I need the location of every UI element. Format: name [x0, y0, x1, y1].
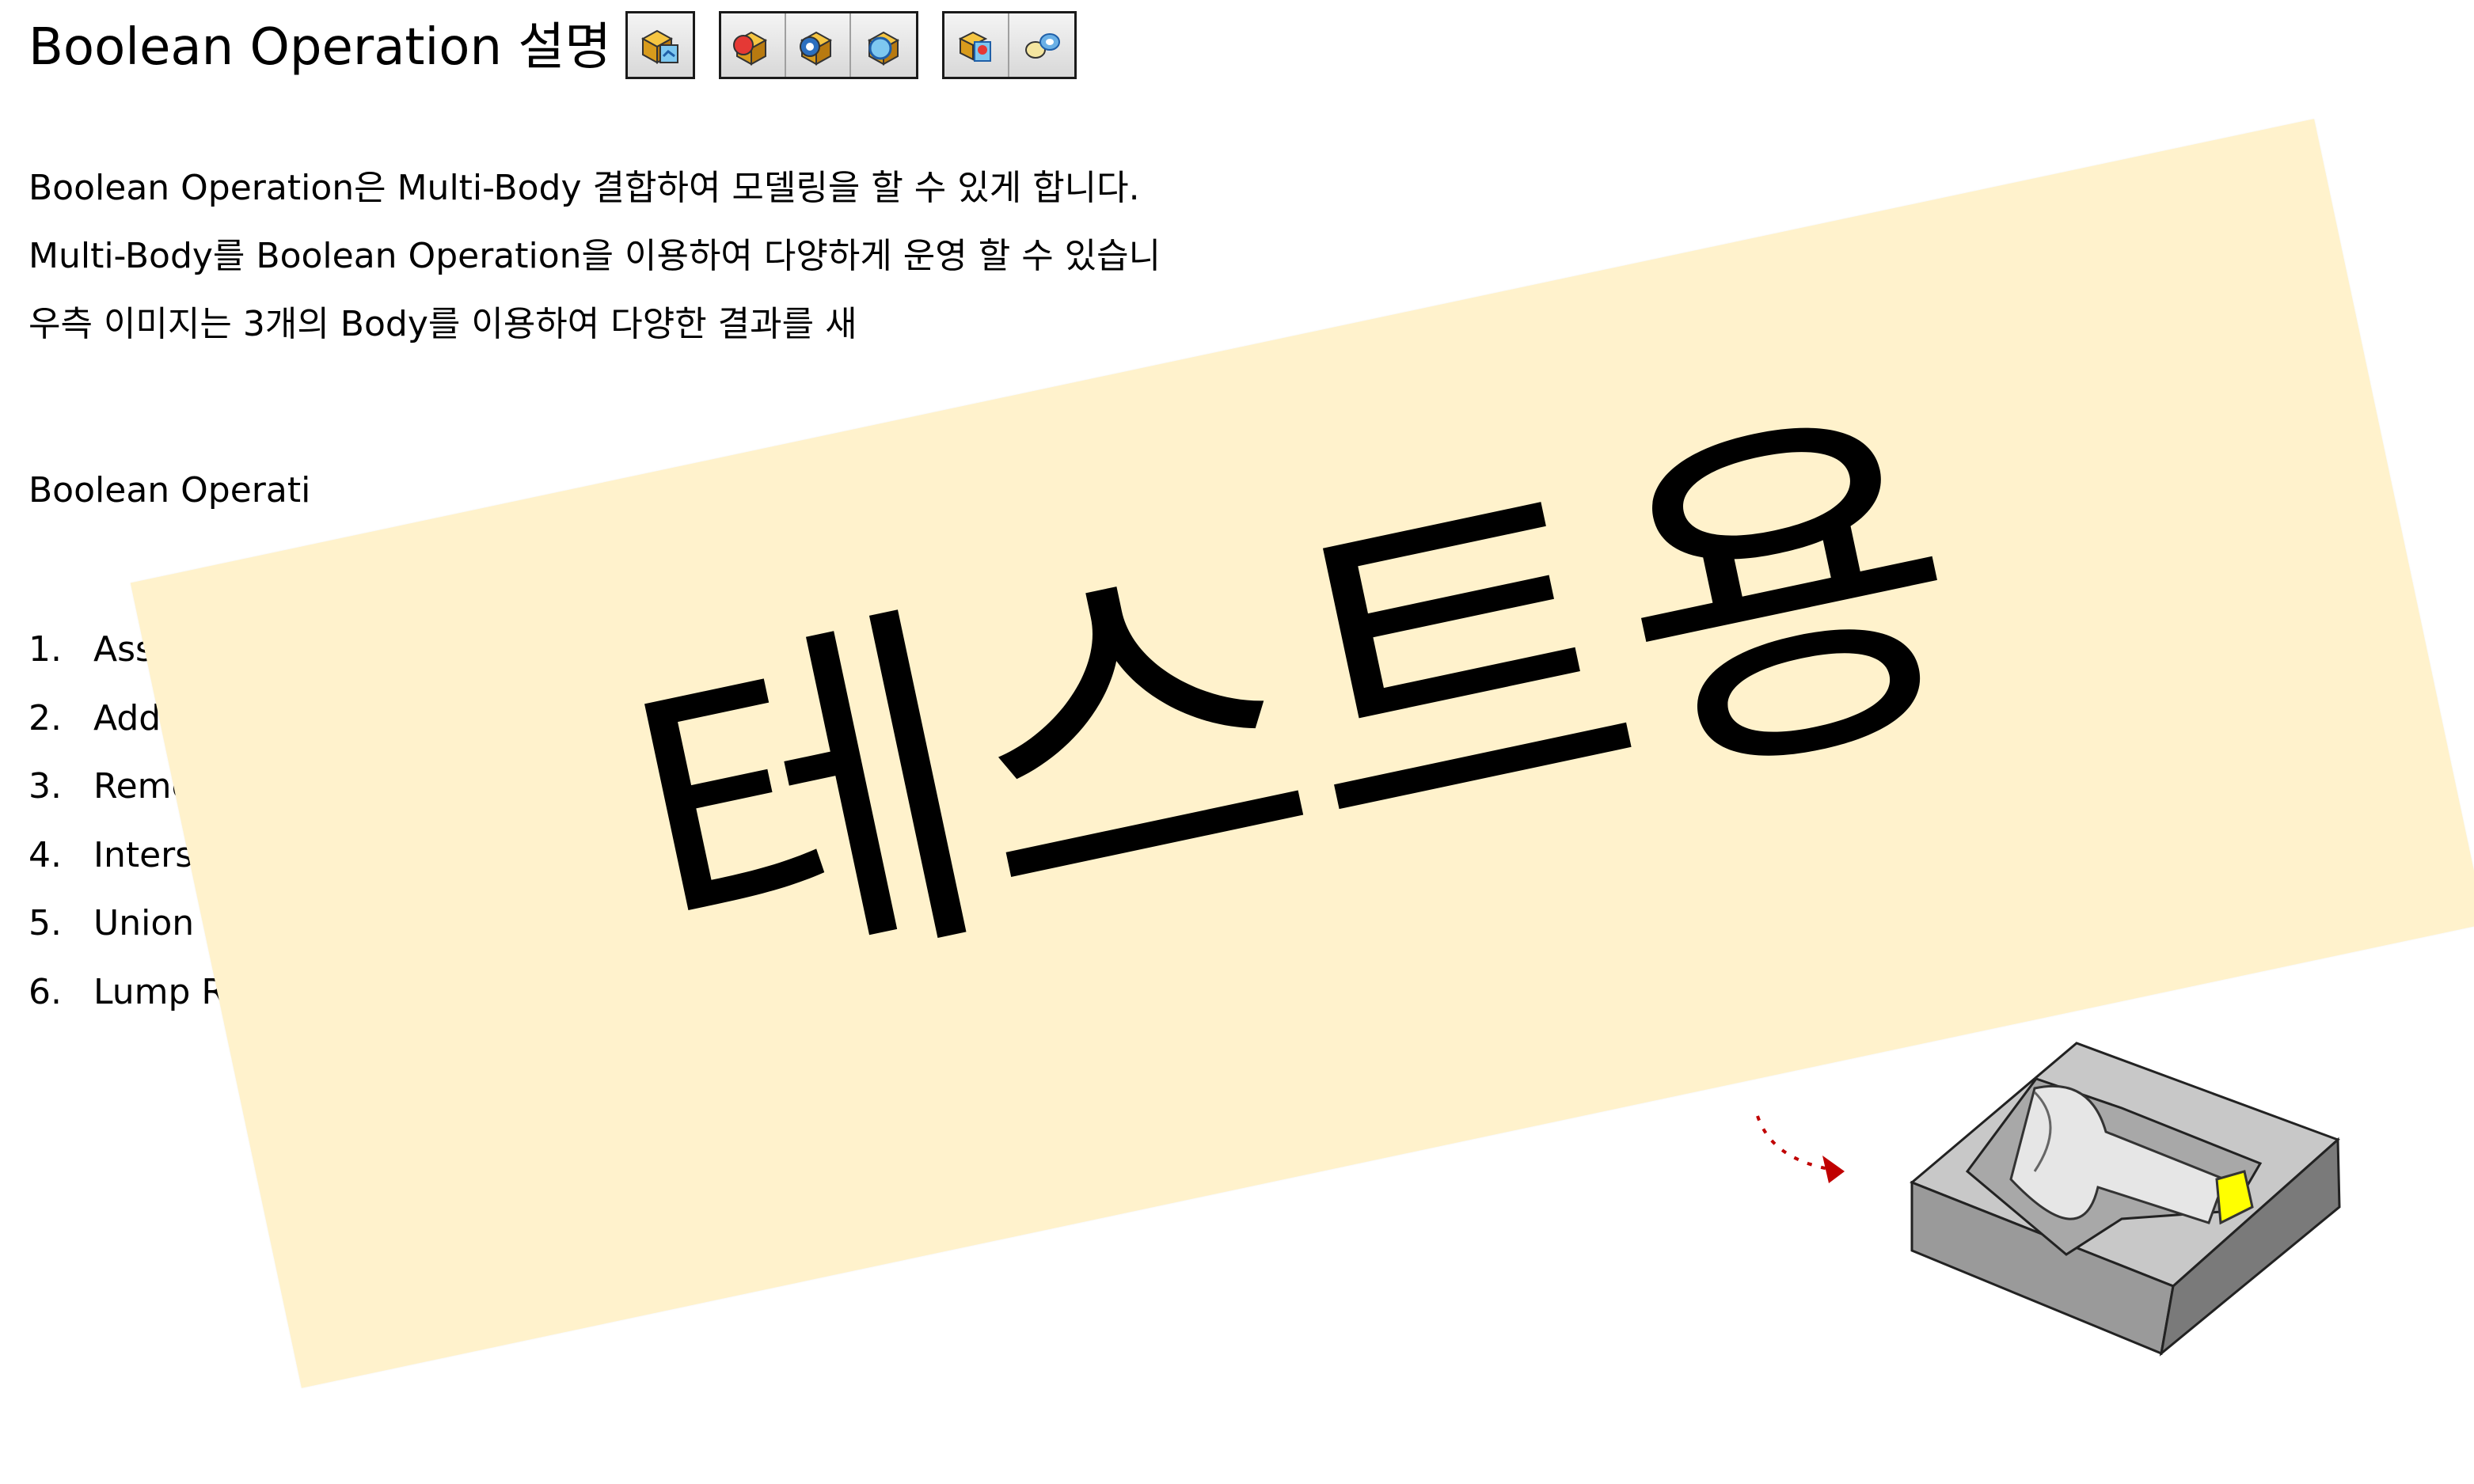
- list-item-number: 5.: [29, 903, 62, 943]
- add-button[interactable]: [721, 13, 786, 77]
- paragraph-2: Multi-Body를 Boolean Operation을 이용하여 다양하게…: [29, 236, 1161, 276]
- list-item-number: 2.: [29, 697, 62, 738]
- union-trim-icon: [958, 31, 991, 62]
- remove-button[interactable]: [786, 13, 851, 77]
- list-item-text: Add: [93, 697, 162, 738]
- section-label: Boolean Operati: [29, 470, 311, 510]
- list-item-number: 4.: [29, 834, 62, 875]
- list-item-number: 6.: [29, 971, 62, 1012]
- intersect-button[interactable]: [851, 13, 916, 77]
- intersect-icon: [867, 31, 900, 66]
- page-title: Boolean Operation 설명: [29, 18, 612, 77]
- toolbar-assemble: [625, 11, 695, 79]
- union-trim-button[interactable]: [944, 13, 1009, 77]
- assemble-button[interactable]: [628, 13, 693, 77]
- toolbar-boolean: [719, 11, 918, 79]
- list-item-number: 1.: [29, 629, 62, 670]
- remove-lump-button[interactable]: [1009, 13, 1074, 77]
- remove-icon: [800, 31, 833, 66]
- add-icon: [733, 31, 768, 66]
- toolbar-trim: [942, 11, 1077, 79]
- assemble-icon: [640, 29, 678, 64]
- paragraph-3: 우측 이미지는 3개의 Body를 이용하여 다양한 결과를 새: [29, 304, 857, 344]
- paragraph-1: Boolean Operation은 Multi-Body 결합하여 모델링을 …: [29, 168, 1140, 208]
- flow-arrow-head: [1822, 1156, 1845, 1183]
- remove-lump-icon: [1025, 33, 1060, 59]
- list-item-number: 3.: [29, 766, 62, 807]
